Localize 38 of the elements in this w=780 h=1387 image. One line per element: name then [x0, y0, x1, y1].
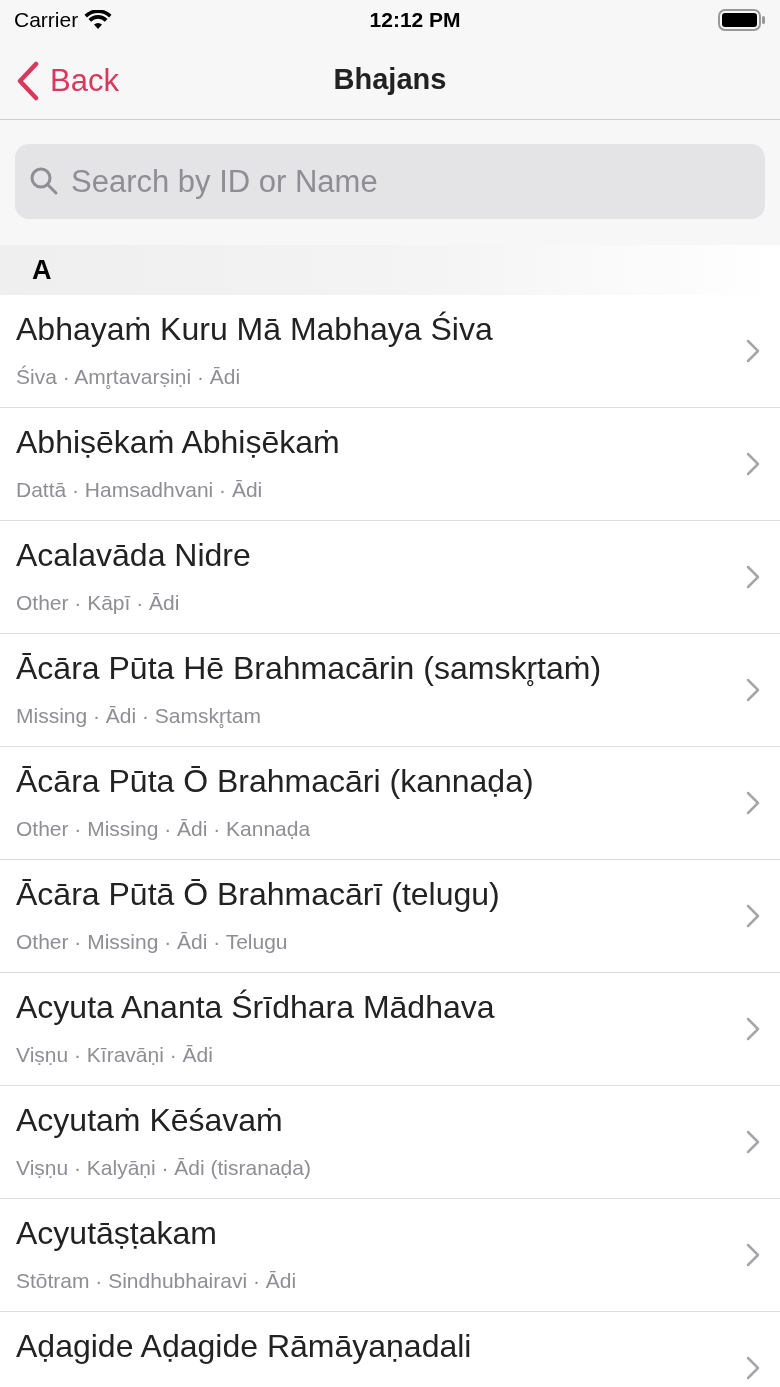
chevron-right-icon [746, 791, 760, 815]
chevron-right-icon [746, 452, 760, 476]
bhajan-title: Acyuta Ananta Śrīdhara Mādhava [16, 989, 496, 1025]
chevron-right-icon [746, 339, 760, 363]
bhajan-title: Acyutāṣṭakam [16, 1215, 218, 1251]
chevron-right-icon [746, 678, 760, 702]
chevron-right-icon [746, 1356, 760, 1380]
bhajan-title: Aḍagide Aḍagide Rāmāyaṇadali [16, 1328, 473, 1364]
chevron-left-icon [16, 61, 40, 102]
search-icon [29, 166, 59, 196]
back-button[interactable]: Back [16, 58, 119, 105]
bhajan-details: Other · Missing · Ādi · Kannaḍa [16, 817, 312, 841]
bhajan-details: Stōtram · Sindhubhairavi · Ādi [16, 1269, 298, 1293]
battery-icon [718, 9, 766, 31]
wifi-icon [84, 10, 113, 30]
bhajan-title: Ācāra Pūta Ō Brahmacāri (kannaḍa) [16, 763, 535, 799]
bhajan-title: Abhayaṁ Kuru Mā Mabhaya Śiva [16, 311, 494, 347]
chevron-right-icon [746, 904, 760, 928]
chevron-right-icon [746, 565, 760, 589]
bhajan-details: Other · Missing · Ādi · Telugu [16, 930, 289, 954]
carrier-label: Carrier [14, 7, 79, 34]
search-field[interactable]: Search by ID or Name [15, 144, 765, 219]
bhajan-title: Acalavāda Nidre [16, 537, 252, 573]
bhajan-details: Other · Kāpī · Ādi [16, 591, 181, 615]
bhajan-title: Ācāra Pūta Hē Brahmacārin (samskr̥taṁ) [16, 650, 603, 686]
bhajan-title: Acyutaṁ Kēśavaṁ [16, 1102, 284, 1138]
bhajan-title: Ācāra Pūtā Ō Brahmacārī (telugu) [16, 876, 501, 912]
status-time: 12:12 PM [369, 7, 461, 34]
chevron-right-icon [746, 1017, 760, 1041]
bhajan-title: Abhiṣēkaṁ Abhiṣēkaṁ [16, 424, 341, 460]
bhajan-details: Viṣṇu · Kalyāṇi · Ādi (tisranaḍa) [16, 1156, 312, 1180]
bhajan-details: Missing · Ādi · Samskr̥tam [16, 704, 263, 728]
bhajan-details: Viṣṇu · Kīravāṇi · Ādi [16, 1043, 214, 1067]
bhajan-details: Śiva · Amr̥tavarṣiṇi · Ādi [16, 365, 242, 389]
nav-title: Bhajans [333, 61, 447, 97]
chevron-right-icon [746, 1243, 760, 1267]
chevron-right-icon [746, 1130, 760, 1154]
bhajan-details: Dattā · Hamsadhvani · Ādi [16, 478, 264, 502]
